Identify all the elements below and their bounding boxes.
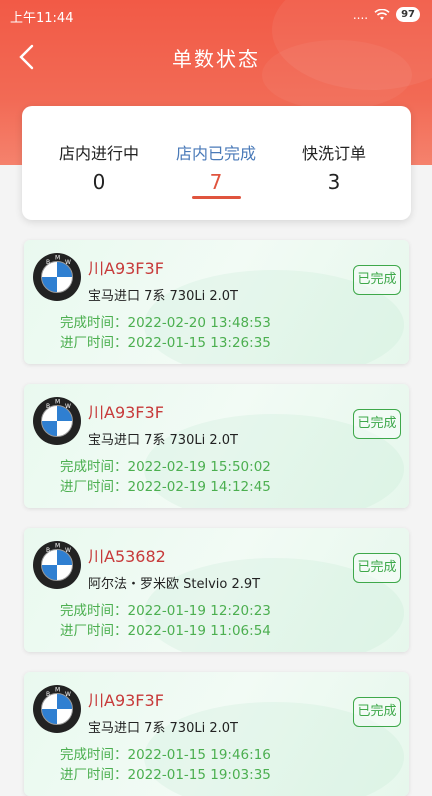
svg-text:M: M <box>55 399 60 406</box>
tab-count: 7 <box>209 170 223 194</box>
status-time: 上午11:44 <box>10 11 74 26</box>
svg-text:W: W <box>65 691 71 698</box>
plate-number: 川A93F3F <box>88 403 164 422</box>
summary-tabs: 店内进行中 0 店内已完成 7 快洗订单 3 <box>22 106 411 220</box>
status-badge[interactable]: 已完成 <box>353 265 401 295</box>
svg-text:B: B <box>46 547 50 554</box>
tab-count: 0 <box>92 170 106 194</box>
svg-text:B: B <box>46 691 50 698</box>
alfa-romeo-logo-icon: B M W <box>33 541 81 589</box>
svg-text:W: W <box>65 259 71 266</box>
bmw-logo-icon: B M W <box>33 397 81 445</box>
plate-number: 川A93F3F <box>88 691 164 710</box>
tab-label: 快洗订单 <box>301 144 366 163</box>
svg-text:M: M <box>55 543 60 550</box>
order-card[interactable]: B M W 川A93F3F 宝马进口 7系 730Li 2.0T 已完成 完成时… <box>24 240 409 364</box>
tab-in-progress[interactable]: 店内进行中 0 <box>34 140 164 194</box>
wifi-icon <box>374 8 390 20</box>
enter-time: 进厂时间：2022-01-15 13:26:35 <box>60 335 271 351</box>
tab-completed[interactable]: 店内已完成 7 <box>151 140 281 194</box>
enter-time: 进厂时间：2022-01-15 19:03:35 <box>60 767 271 783</box>
car-model: 宝马进口 7系 730Li 2.0T <box>88 289 238 304</box>
svg-text:W: W <box>65 547 71 554</box>
svg-text:M: M <box>55 255 60 262</box>
svg-text:B: B <box>46 403 50 410</box>
svg-text:M: M <box>55 687 60 694</box>
status-badge[interactable]: 已完成 <box>353 697 401 727</box>
status-badge[interactable]: 已完成 <box>353 409 401 439</box>
active-tab-indicator <box>192 196 241 199</box>
bmw-logo-icon: B M W <box>33 685 81 733</box>
order-card[interactable]: B M W 川A93F3F 宝马进口 7系 730Li 2.0T 已完成 完成时… <box>24 672 409 796</box>
page-title: 单数状态 <box>172 47 260 71</box>
car-model: 宝马进口 7系 730Li 2.0T <box>88 433 238 448</box>
plate-number: 川A53682 <box>88 547 166 566</box>
signal-icon: .... <box>352 7 369 22</box>
bmw-logo-icon: B M W <box>33 253 81 301</box>
car-model: 宝马进口 7系 730Li 2.0T <box>88 721 238 736</box>
tab-count: 3 <box>327 170 341 194</box>
enter-time: 进厂时间：2022-02-19 14:12:45 <box>60 479 271 495</box>
enter-time: 进厂时间：2022-01-19 11:06:54 <box>60 623 271 639</box>
status-icons: .... 97 <box>353 7 420 22</box>
status-bar: 上午11:44 .... 97 <box>0 0 432 30</box>
complete-time: 完成时间：2022-01-19 12:20:23 <box>60 603 271 619</box>
order-card[interactable]: B M W 川A93F3F 宝马进口 7系 730Li 2.0T 已完成 完成时… <box>24 384 409 508</box>
order-card[interactable]: B M W 川A53682 阿尔法・罗米欧 Stelvio 2.9T 已完成 完… <box>24 528 409 652</box>
complete-time: 完成时间：2022-01-15 19:46:16 <box>60 747 271 763</box>
nav-bar: 单数状态 <box>0 35 432 79</box>
battery-icon: 97 <box>396 7 420 22</box>
plate-number: 川A93F3F <box>88 259 164 278</box>
complete-time: 完成时间：2022-02-19 15:50:02 <box>60 459 271 475</box>
tab-label: 店内进行中 <box>58 144 139 163</box>
complete-time: 完成时间：2022-02-20 13:48:53 <box>60 315 271 331</box>
status-badge[interactable]: 已完成 <box>353 553 401 583</box>
svg-text:W: W <box>65 403 71 410</box>
car-model: 阿尔法・罗米欧 Stelvio 2.9T <box>88 577 261 592</box>
svg-text:B: B <box>46 259 50 266</box>
tab-quick-wash[interactable]: 快洗订单 3 <box>269 140 399 194</box>
tab-label: 店内已完成 <box>175 144 256 163</box>
